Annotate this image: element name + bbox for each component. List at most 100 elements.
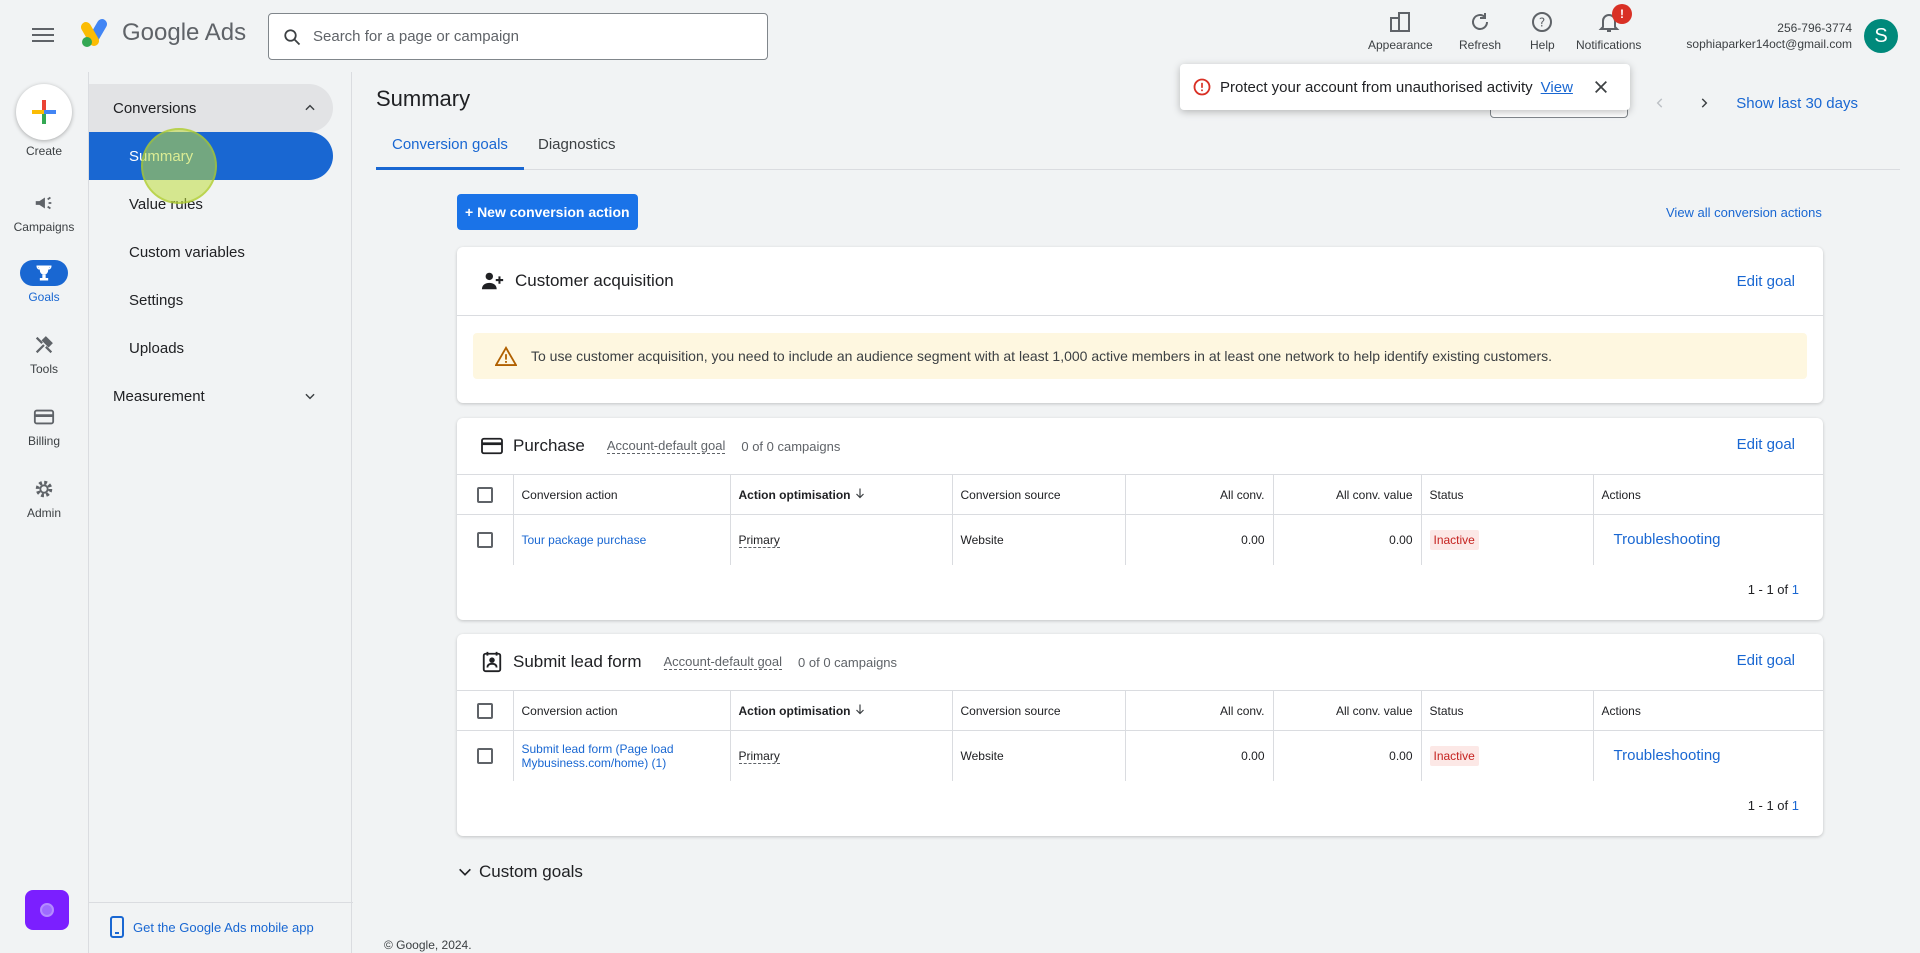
col-status[interactable]: Status bbox=[1421, 474, 1594, 515]
customer-acquisition-title: Customer acquisition bbox=[515, 271, 674, 290]
col-conversion-action[interactable]: Conversion action bbox=[513, 690, 731, 731]
appearance-label: Appearance bbox=[1368, 38, 1433, 52]
row-checkbox[interactable] bbox=[476, 747, 493, 764]
page-scrollbar[interactable] bbox=[1900, 72, 1920, 953]
subnav-group-conversions[interactable]: Conversions bbox=[89, 84, 333, 132]
row-action-cell: Submit lead form (Page load Mybusiness.c… bbox=[513, 730, 731, 781]
col-conversion-source[interactable]: Conversion source bbox=[952, 474, 1126, 515]
col-action-optimisation[interactable]: Action optimisation bbox=[730, 690, 953, 731]
subnav-item-value-rules[interactable]: Value rules bbox=[89, 180, 333, 228]
subnav-item-summary-label: Summary bbox=[129, 147, 194, 165]
new-conversion-action-button[interactable]: + New conversion action bbox=[457, 194, 638, 230]
row-status-cell: Inactive bbox=[1421, 730, 1594, 781]
lead-form-table: Conversion action Action optimisation Co… bbox=[457, 690, 1823, 781]
lead-form-campaign-count: 0 of 0 campaigns bbox=[798, 654, 898, 670]
arrow-down-icon bbox=[855, 704, 864, 715]
appearance-button[interactable]: Appearance bbox=[1368, 10, 1433, 52]
assistant-icon bbox=[40, 903, 54, 917]
troubleshooting-link[interactable]: Troubleshooting bbox=[1602, 531, 1721, 548]
col-status[interactable]: Status bbox=[1421, 690, 1594, 731]
rail-item-tools[interactable]: Tools bbox=[0, 332, 88, 376]
col-all-conv[interactable]: All conv. bbox=[1125, 474, 1274, 515]
purchase-header: Purchase Account-default goal 0 of 0 cam… bbox=[481, 418, 840, 474]
search-input[interactable] bbox=[313, 28, 733, 45]
sub-navigation: Conversions Summary Value rules Custom v… bbox=[88, 72, 353, 953]
person-add-icon bbox=[481, 272, 504, 290]
row-source-cell: Website bbox=[952, 514, 1126, 565]
view-all-conversion-actions-link[interactable]: View all conversion actions bbox=[1666, 205, 1822, 220]
warning-icon bbox=[495, 346, 517, 366]
col-all-conv-value[interactable]: All conv. value bbox=[1273, 474, 1422, 515]
col-all-conv[interactable]: All conv. bbox=[1125, 690, 1274, 731]
select-all-checkbox[interactable] bbox=[476, 702, 493, 719]
account-info[interactable]: 256-796-3774 sophiaparker14oct@gmail.com bbox=[1686, 20, 1852, 52]
row-all-conv-cell: 0.00 bbox=[1125, 514, 1274, 565]
rail-item-admin[interactable]: Admin bbox=[0, 476, 88, 520]
lead-form-goal-tag[interactable]: Account-default goal bbox=[663, 654, 783, 670]
mobile-app-link[interactable]: Get the Google Ads mobile app bbox=[109, 916, 314, 938]
col-action-optimisation[interactable]: Action optimisation bbox=[730, 474, 953, 515]
help-label: Help bbox=[1530, 38, 1555, 52]
lead-form-title: Submit lead form bbox=[513, 652, 642, 671]
help-button[interactable]: ? Help bbox=[1530, 10, 1555, 52]
account-email: sophiaparker14oct@gmail.com bbox=[1686, 37, 1852, 51]
rail-item-billing[interactable]: Billing bbox=[0, 404, 88, 448]
table-row: Tour package purchase Primary Website 0.… bbox=[457, 514, 1823, 565]
custom-goals-toggle[interactable]: Custom goals bbox=[457, 862, 583, 882]
conversion-action-link[interactable]: Tour package purchase bbox=[522, 533, 647, 547]
lead-form-pager-prefix: 1 - 1 of bbox=[1747, 798, 1792, 813]
troubleshooting-link[interactable]: Troubleshooting bbox=[1602, 747, 1721, 764]
subnav-item-settings[interactable]: Settings bbox=[89, 276, 333, 324]
date-prev-button[interactable] bbox=[1648, 91, 1672, 115]
toast-close-button[interactable] bbox=[1593, 79, 1609, 95]
status-badge: Inactive bbox=[1429, 529, 1479, 550]
rail-create-label-wrap: Create bbox=[0, 144, 88, 158]
select-all-cell bbox=[457, 690, 514, 731]
optimisation-value[interactable]: Primary bbox=[738, 532, 780, 548]
toast-view-link[interactable]: View bbox=[1541, 79, 1573, 96]
subnav-group-measurement[interactable]: Measurement bbox=[89, 372, 333, 420]
col-actions: Actions bbox=[1593, 690, 1823, 731]
refresh-button[interactable]: Refresh bbox=[1459, 10, 1501, 52]
edit-goal-lead-form[interactable]: Edit goal bbox=[1737, 652, 1795, 669]
subnav-item-custom-variables[interactable]: Custom variables bbox=[89, 228, 333, 276]
date-next-button[interactable] bbox=[1692, 91, 1716, 115]
avatar[interactable]: S bbox=[1864, 19, 1898, 53]
rail-item-goals[interactable]: Goals bbox=[0, 260, 88, 304]
google-ads-logo[interactable]: Google Ads bbox=[80, 18, 246, 48]
rail-label-campaigns: Campaigns bbox=[13, 220, 75, 234]
rail-item-campaigns[interactable]: Campaigns bbox=[0, 190, 88, 234]
col-conversion-action[interactable]: Conversion action bbox=[513, 474, 731, 515]
col-conversion-source[interactable]: Conversion source bbox=[952, 690, 1126, 731]
assistant-button[interactable] bbox=[25, 890, 69, 930]
subnav-item-uploads-label: Uploads bbox=[129, 339, 185, 357]
col-all-conv-value[interactable]: All conv. value bbox=[1273, 690, 1422, 731]
subnav-divider bbox=[89, 902, 353, 903]
warning-text: To use customer acquisition, you need to… bbox=[531, 348, 1553, 364]
create-button[interactable] bbox=[16, 84, 72, 140]
row-checkbox[interactable] bbox=[476, 531, 493, 548]
footer-copyright: © Google, 2024. bbox=[384, 938, 472, 952]
subnav-item-uploads[interactable]: Uploads bbox=[89, 324, 333, 372]
lead-form-goal-card: Submit lead form Account-default goal 0 … bbox=[457, 634, 1823, 836]
purchase-pager: 1 - 1 of 1 bbox=[1748, 582, 1799, 597]
close-icon bbox=[1594, 81, 1607, 93]
row-actions-cell: Troubleshooting bbox=[1593, 730, 1823, 781]
subnav-item-summary[interactable]: Summary bbox=[89, 132, 333, 180]
status-badge: Inactive bbox=[1429, 745, 1479, 766]
purchase-goal-tag[interactable]: Account-default goal bbox=[606, 438, 726, 454]
row-source-cell: Website bbox=[952, 730, 1126, 781]
phone-icon bbox=[110, 916, 124, 938]
select-all-checkbox[interactable] bbox=[476, 486, 493, 503]
search-box[interactable] bbox=[268, 13, 768, 60]
edit-goal-purchase[interactable]: Edit goal bbox=[1737, 436, 1795, 453]
tab-conversion-goals[interactable]: Conversion goals bbox=[376, 132, 524, 170]
tab-diagnostics[interactable]: Diagnostics bbox=[522, 132, 632, 170]
show-last-30-days-link[interactable]: Show last 30 days bbox=[1736, 95, 1858, 112]
notifications-button[interactable]: ! Notifications bbox=[1576, 4, 1641, 52]
edit-goal-customer-acquisition[interactable]: Edit goal bbox=[1737, 273, 1795, 290]
hamburger-menu-icon[interactable] bbox=[30, 24, 56, 46]
tab-bar: Conversion goals Diagnostics bbox=[376, 132, 1900, 170]
optimisation-value[interactable]: Primary bbox=[738, 748, 780, 764]
conversion-action-link[interactable]: Submit lead form (Page load Mybusiness.c… bbox=[522, 742, 674, 770]
